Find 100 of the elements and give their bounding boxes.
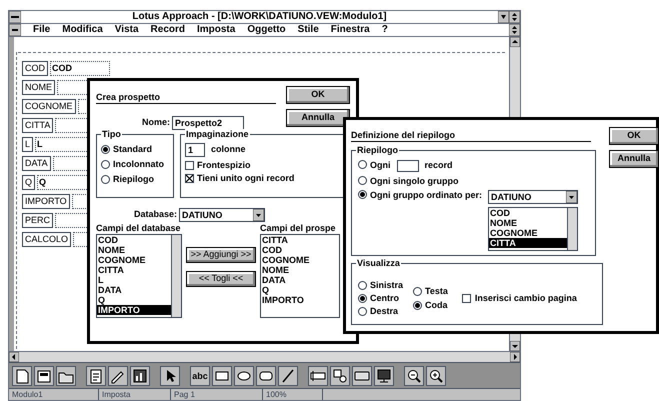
field-label: Database: [134, 208, 178, 222]
status-field: Imposta [99, 389, 171, 400]
field-label: L [22, 137, 34, 152]
line-button[interactable] [278, 366, 298, 386]
list-item[interactable]: CITTA [97, 265, 171, 275]
radio-button[interactable] [101, 160, 110, 168]
radio-button[interactable] [101, 144, 110, 154]
dialog-button[interactable]: << Togli << [186, 271, 256, 287]
list-item[interactable]: NOME [97, 245, 171, 255]
status-field: 100% [263, 389, 323, 400]
radio-label: Riepilogo [113, 174, 154, 184]
radio-label: Ogni singolo gruppo [370, 176, 458, 186]
radio-button[interactable] [358, 176, 367, 185]
list-item[interactable]: DATA [97, 285, 171, 295]
list-item[interactable]: COD [261, 245, 339, 255]
dialog-button[interactable]: Annulla [286, 109, 350, 127]
horizontal-scrollbar[interactable] [9, 351, 520, 362]
sort-field-list[interactable]: COD NOME COGNOME CITTA [488, 207, 578, 251]
radio-button[interactable] [358, 280, 367, 290]
dropdown-arrow-icon [566, 191, 577, 203]
radio-button[interactable] [358, 160, 367, 169]
menu-item[interactable]: Oggetto [247, 24, 286, 36]
list-item[interactable]: NOME [489, 218, 567, 228]
pointer-button[interactable] [160, 366, 180, 386]
field-label: COGNOME [22, 99, 76, 114]
zoom-out-button[interactable] [404, 366, 424, 386]
list-item[interactable]: Q [97, 295, 171, 305]
status-field: Pag 1 [171, 389, 263, 400]
radio-label: Centro [370, 293, 399, 303]
menu-item[interactable]: Vista [114, 24, 139, 36]
checkbox[interactable] [462, 294, 471, 302]
chart-button[interactable] [130, 366, 150, 386]
document-button[interactable] [12, 366, 32, 386]
rounded-rectangle-button[interactable] [256, 366, 276, 386]
list-scrollbar[interactable] [171, 235, 181, 317]
dropdown-arrow-icon [253, 209, 264, 221]
form-button[interactable] [86, 366, 106, 386]
menu-item[interactable]: Modifica [62, 24, 103, 36]
menu-item[interactable]: Imposta [196, 24, 236, 36]
checkbox[interactable] [185, 174, 194, 182]
dialog-button[interactable]: >> Aggiungi >> [186, 247, 256, 263]
count-input[interactable] [396, 160, 418, 172]
database-field-list[interactable]: COD NOME COGNOME CITTA L DATA Q IMPORTO [96, 234, 182, 318]
monitor-button[interactable] [374, 366, 394, 386]
menu-item[interactable]: Record [150, 24, 185, 36]
list-item[interactable]: CITTA [261, 235, 339, 245]
list-item[interactable]: COD [97, 235, 171, 245]
field-button[interactable] [308, 366, 328, 386]
field-label: COD [22, 61, 48, 76]
dialog-button[interactable]: Annulla [609, 150, 659, 168]
group-title: Riepilogo [356, 145, 399, 156]
menu-item[interactable]: Finestra [330, 24, 370, 36]
list-item[interactable]: IMPORTO [261, 295, 339, 305]
menu-item[interactable]: ? [382, 24, 388, 36]
text-tool-button[interactable]: abc [190, 366, 210, 386]
radio-button[interactable] [358, 294, 367, 302]
list-item[interactable]: Q [261, 285, 339, 295]
radio-button[interactable] [101, 174, 110, 184]
menu-item[interactable]: File [33, 24, 50, 36]
list-item[interactable]: NOME [261, 265, 339, 275]
columns-input[interactable]: 1 [185, 143, 205, 157]
radio-label: Ogni [370, 160, 390, 170]
list-item[interactable]: COGNOME [489, 228, 567, 238]
field-label: CALCOLO [22, 232, 72, 247]
list-item[interactable]: DATA [261, 275, 339, 285]
list-item[interactable]: L [97, 275, 171, 285]
pencil-button[interactable] [108, 366, 128, 386]
list-item[interactable]: CITTA [489, 238, 567, 248]
list-item[interactable]: IMPORTO [97, 305, 171, 315]
zoom-in-button[interactable] [426, 366, 446, 386]
text-field[interactable]: COD [50, 61, 110, 76]
rectangle-button[interactable] [212, 366, 232, 386]
report-field-list[interactable]: CITTA COD COGNOME NOME DATA Q IMPORTO [260, 234, 340, 318]
radio-button[interactable] [358, 190, 367, 199]
dialog-button[interactable]: OK [609, 127, 659, 145]
radio-label: Destra [370, 306, 398, 316]
page-button[interactable] [34, 366, 54, 386]
group-title: Visualizza [356, 258, 401, 269]
database-dropdown[interactable]: DATIUNO [179, 208, 266, 222]
radio-button[interactable] [358, 306, 367, 316]
checkbox[interactable] [185, 160, 194, 170]
list-title: Campi del database [96, 223, 182, 234]
field-label: colonne [211, 143, 246, 156]
group-title: Impaginazione [185, 129, 250, 140]
status-field: Modulo1 [9, 389, 99, 400]
field-label: CITTA [22, 118, 54, 133]
list-scrollbar[interactable] [567, 208, 577, 250]
list-item[interactable]: COGNOME [261, 255, 339, 265]
radio-label: Coda [425, 300, 448, 310]
dialog-button[interactable]: OK [286, 86, 350, 104]
folder-button[interactable] [56, 366, 76, 386]
list-item[interactable]: COD [489, 208, 567, 218]
sort-dropdown[interactable]: DATIUNO [488, 190, 578, 204]
radio-button[interactable] [413, 286, 422, 296]
list-item[interactable]: COGNOME [97, 255, 171, 265]
field-label: record [424, 160, 453, 170]
button-tool-button[interactable] [352, 366, 372, 386]
radio-button[interactable] [413, 300, 422, 310]
menu-item[interactable]: Stile [298, 24, 319, 36]
ellipse-button[interactable] [234, 366, 254, 386]
